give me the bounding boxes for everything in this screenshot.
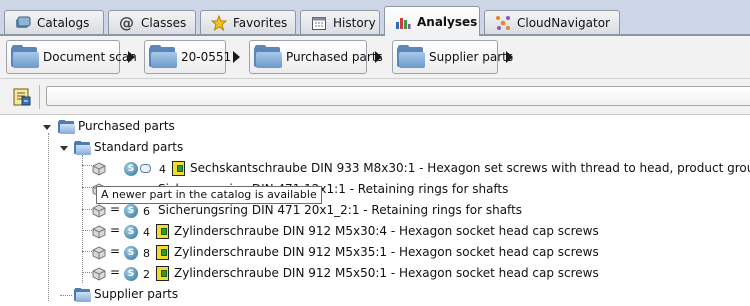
star-icon <box>210 14 228 31</box>
status-indicator: = <box>110 244 121 258</box>
status-indicator: = <box>110 202 121 216</box>
tab-bar: Catalogs @ Classes Favorites History Ana… <box>0 0 750 36</box>
status-indicator: = <box>110 265 121 279</box>
breadcrumb-arrow-icon[interactable] <box>506 51 513 63</box>
part-cube-icon <box>92 162 106 176</box>
tab-classes[interactable]: @ Classes <box>108 10 196 34</box>
newer-part-available-icon[interactable] <box>156 266 169 281</box>
tree-node-label: Supplier parts <box>94 287 179 301</box>
tree-node-purchased-parts[interactable]: Purchased parts <box>0 117 750 137</box>
catalogs-icon <box>15 15 31 31</box>
breadcrumb-label: Purchased parts <box>286 50 383 64</box>
tree-node-standard-parts[interactable]: Standard parts <box>0 138 750 158</box>
standard-part-badge-icon: S <box>124 162 138 176</box>
calendar-icon <box>311 15 327 31</box>
tab-history[interactable]: History <box>300 10 380 34</box>
tree-node-label: Standard parts <box>94 140 184 154</box>
tab-cloudnavigator[interactable]: CloudNavigator <box>484 10 620 34</box>
path-field[interactable] <box>46 86 750 106</box>
part-label: Zylinderschraube DIN 912 M5x30:4 - Hexag… <box>174 224 599 238</box>
newer-part-available-icon[interactable] <box>156 224 169 239</box>
folder-icon <box>397 45 425 69</box>
breadcrumb-label: 20-0551 <box>181 50 232 64</box>
bar-chart-icon <box>395 14 411 30</box>
part-row[interactable]: = S 8 Zylinderschraube DIN 912 M5x35:1 -… <box>0 243 750 263</box>
part-row[interactable]: = S 2 Zylinderschraube DIN 912 M5x50:1 -… <box>0 264 750 284</box>
breadcrumb-arrow-icon[interactable] <box>128 51 135 63</box>
folder-open-icon <box>74 141 91 155</box>
cloud-navigator-icon <box>495 15 511 31</box>
part-label: Zylinderschraube DIN 912 M5x35:1 - Hexag… <box>174 245 599 259</box>
expand-toggle-icon[interactable] <box>60 146 68 151</box>
part-cube-icon <box>92 267 106 281</box>
folder-open-icon <box>58 120 75 134</box>
part-label: Zylinderschraube DIN 912 M5x50:1 - Hexag… <box>174 266 599 280</box>
folder-icon <box>74 288 91 302</box>
part-count: 6 <box>143 205 150 218</box>
part-cube-icon <box>92 225 106 239</box>
scan-report-icon[interactable] <box>12 87 32 107</box>
folder-icon <box>254 45 282 69</box>
tree-node-supplier-parts[interactable]: Supplier parts <box>0 285 750 305</box>
breadcrumb-arrow-icon[interactable] <box>375 51 382 63</box>
standard-part-badge-icon: S <box>124 267 138 281</box>
newer-part-available-icon[interactable] <box>172 161 185 176</box>
part-count: 4 <box>159 163 166 176</box>
breadcrumb-arrow-icon[interactable] <box>233 51 240 63</box>
part-cube-icon <box>92 246 106 260</box>
tab-classes-label: Classes <box>141 15 187 30</box>
tooltip: A newer part in the catalog is available <box>96 186 322 204</box>
standard-part-badge-icon: S <box>124 225 138 239</box>
part-count: 4 <box>143 226 150 239</box>
part-label: Sicherungsring DIN 471 20x1_2:1 - Retain… <box>158 203 523 217</box>
tab-analyses[interactable]: Analyses <box>384 6 480 36</box>
toolbar-separator <box>39 85 40 109</box>
standard-part-badge-icon: S <box>124 246 138 260</box>
breadcrumb-item-document-scan[interactable]: Document scan <box>6 40 137 74</box>
expand-toggle-icon[interactable] <box>43 125 51 130</box>
part-cube-icon <box>92 204 106 218</box>
part-row[interactable]: = S 6 Sicherungsring DIN 471 20x1_2:1 - … <box>0 201 750 221</box>
tree-node-label: Purchased parts <box>78 119 175 133</box>
breadcrumb-item-purchased-parts[interactable]: Purchased parts <box>249 40 383 74</box>
breadcrumb-label: Document scan <box>43 50 137 64</box>
part-label: Sechskantschraube DIN 933 M8x30:1 - Hexa… <box>190 161 750 175</box>
tab-cloudnavigator-label: CloudNavigator <box>517 15 610 30</box>
tab-analyses-label: Analyses <box>417 14 478 29</box>
folder-icon <box>149 45 177 69</box>
tab-favorites[interactable]: Favorites <box>200 10 296 34</box>
newer-part-available-icon[interactable] <box>156 245 169 260</box>
part-row[interactable]: S 4 Sechskantschraube DIN 933 M8x30:1 - … <box>0 159 750 179</box>
part-count: 8 <box>143 247 150 260</box>
tree-guide <box>60 295 72 296</box>
breadcrumb-label: Supplier parts <box>429 50 514 64</box>
tab-catalogs-label: Catalogs <box>37 15 90 30</box>
tab-catalogs[interactable]: Catalogs <box>4 10 104 34</box>
comment-bubble-icon[interactable] <box>140 164 151 173</box>
tab-favorites-label: Favorites <box>233 15 288 30</box>
breadcrumb: Document scan 20-0551 Purchased parts Su… <box>0 36 750 78</box>
status-indicator: = <box>110 223 121 237</box>
standard-part-badge-icon: S <box>124 204 138 218</box>
part-count: 2 <box>143 268 150 281</box>
toolbar <box>0 78 750 115</box>
breadcrumb-item-20-0551[interactable]: 20-0551 <box>144 40 231 74</box>
part-row[interactable]: = S 4 Zylinderschraube DIN 912 M5x30:4 -… <box>0 222 750 242</box>
analysis-tree: Purchased parts Standard parts S 4 Sechs… <box>0 114 750 306</box>
tab-history-label: History <box>333 15 376 30</box>
folder-icon <box>11 45 39 69</box>
breadcrumb-item-supplier-parts[interactable]: Supplier parts <box>392 40 513 74</box>
at-sign-icon: @ <box>119 13 134 32</box>
